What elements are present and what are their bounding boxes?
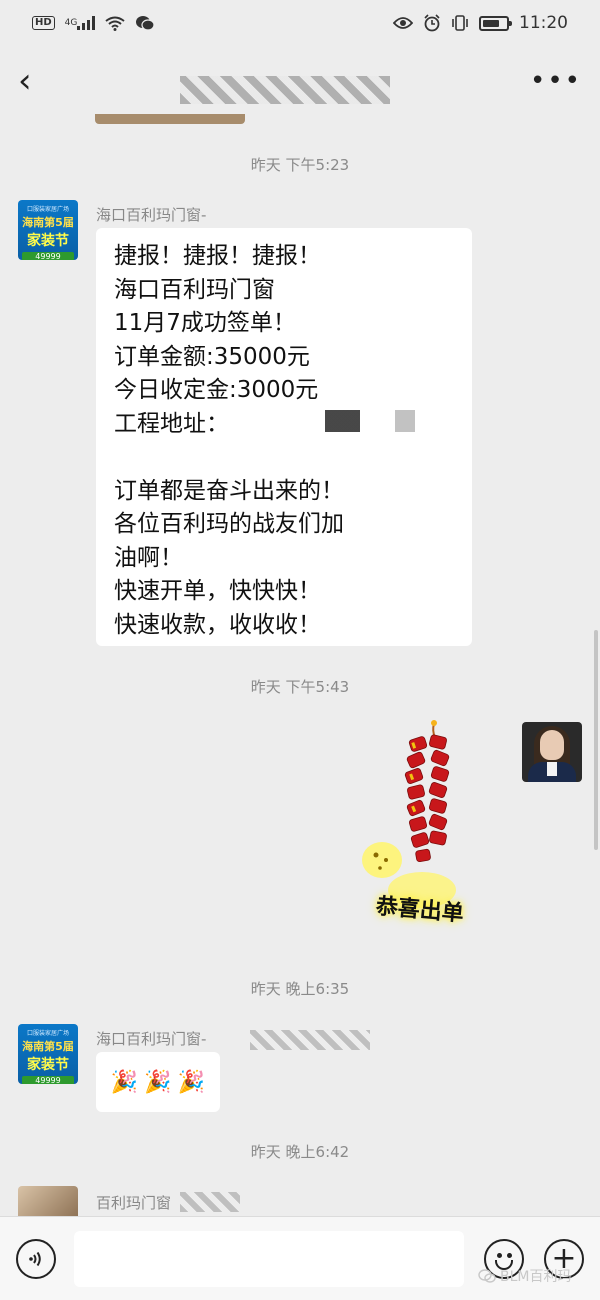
signal-icon: 4G bbox=[65, 16, 96, 30]
timestamp-4: 昨天 晚上6:42 bbox=[250, 1143, 350, 1161]
avatar-line1: 口服装家居广场 bbox=[26, 1030, 69, 1037]
watermark: BLM百利玛 bbox=[478, 1266, 571, 1286]
avatar-photo[interactable] bbox=[18, 1186, 78, 1216]
timestamp-3: 昨天 晚上6:35 bbox=[250, 980, 350, 998]
wechat-icon bbox=[135, 15, 155, 32]
avatar-line2: 海南第5届 bbox=[22, 1040, 74, 1053]
avatar-line3: 家装节 bbox=[27, 1057, 69, 1073]
back-arrow-icon[interactable]: ‹ bbox=[18, 64, 58, 98]
status-right: 11:20 bbox=[393, 13, 568, 33]
timestamp-1: 昨天 下午5:23 bbox=[250, 156, 350, 174]
party-popper-icon: 🎉 bbox=[177, 1069, 206, 1095]
avatar-line2: 海南第5届 bbox=[22, 216, 74, 229]
sender-name-4: 百利玛门窗 bbox=[96, 1194, 172, 1212]
wifi-icon bbox=[105, 16, 125, 31]
sender-name-1: 海口百利玛门窗- bbox=[96, 206, 207, 224]
avatar-line4: 49999 bbox=[22, 1076, 74, 1084]
watermark-text: BLM百利玛 bbox=[500, 1269, 572, 1285]
avatar-line4: 49999 bbox=[22, 252, 74, 260]
party-popper-icon: 🎉 bbox=[110, 1069, 139, 1095]
avatar-line3: 家装节 bbox=[27, 233, 69, 249]
clock: 11:20 bbox=[519, 13, 568, 33]
redacted-sender-suffix bbox=[250, 1030, 370, 1050]
previous-image-edge bbox=[95, 114, 245, 124]
vibrate-icon bbox=[451, 15, 469, 31]
redacted-address bbox=[255, 410, 455, 432]
timestamp-2: 昨天 下午5:43 bbox=[250, 678, 350, 696]
sender-name-3: 海口百利玛门窗- bbox=[96, 1030, 207, 1048]
message-text-1: 捷报！捷报！捷报！ 海口百利玛门窗 11月7成功签单！ 订单金额:35000元 … bbox=[114, 243, 344, 638]
more-menu-icon[interactable]: ••• bbox=[530, 66, 582, 96]
message-bubble-3[interactable]: 🎉 🎉 🎉 bbox=[96, 1052, 220, 1112]
avatar-self[interactable] bbox=[522, 722, 582, 782]
battery-icon bbox=[479, 15, 512, 31]
avatar-haikou-bailima-2[interactable]: 口服装家居广场 海南第5届 家装节 49999 bbox=[18, 1024, 78, 1084]
status-left: HD 4G bbox=[32, 15, 155, 32]
avatar-line1: 口服装家居广场 bbox=[26, 206, 69, 213]
voice-input-icon[interactable] bbox=[16, 1239, 56, 1279]
scrollbar[interactable] bbox=[594, 630, 598, 850]
status-bar: HD 4G 11:20 bbox=[0, 0, 600, 46]
redacted-chat-title bbox=[180, 76, 390, 104]
input-bar: + bbox=[0, 1216, 600, 1300]
redacted-sender-suffix-2 bbox=[180, 1192, 240, 1212]
network-label: 4G bbox=[64, 18, 78, 28]
message-input[interactable] bbox=[74, 1231, 464, 1287]
eye-icon bbox=[393, 17, 413, 29]
hd-badge: HD bbox=[32, 16, 55, 30]
party-popper-icon: 🎉 bbox=[144, 1069, 172, 1095]
avatar-haikou-bailima[interactable]: 口服装家居广场 海南第5届 家装节 49999 bbox=[18, 200, 78, 260]
alarm-icon bbox=[423, 14, 441, 32]
